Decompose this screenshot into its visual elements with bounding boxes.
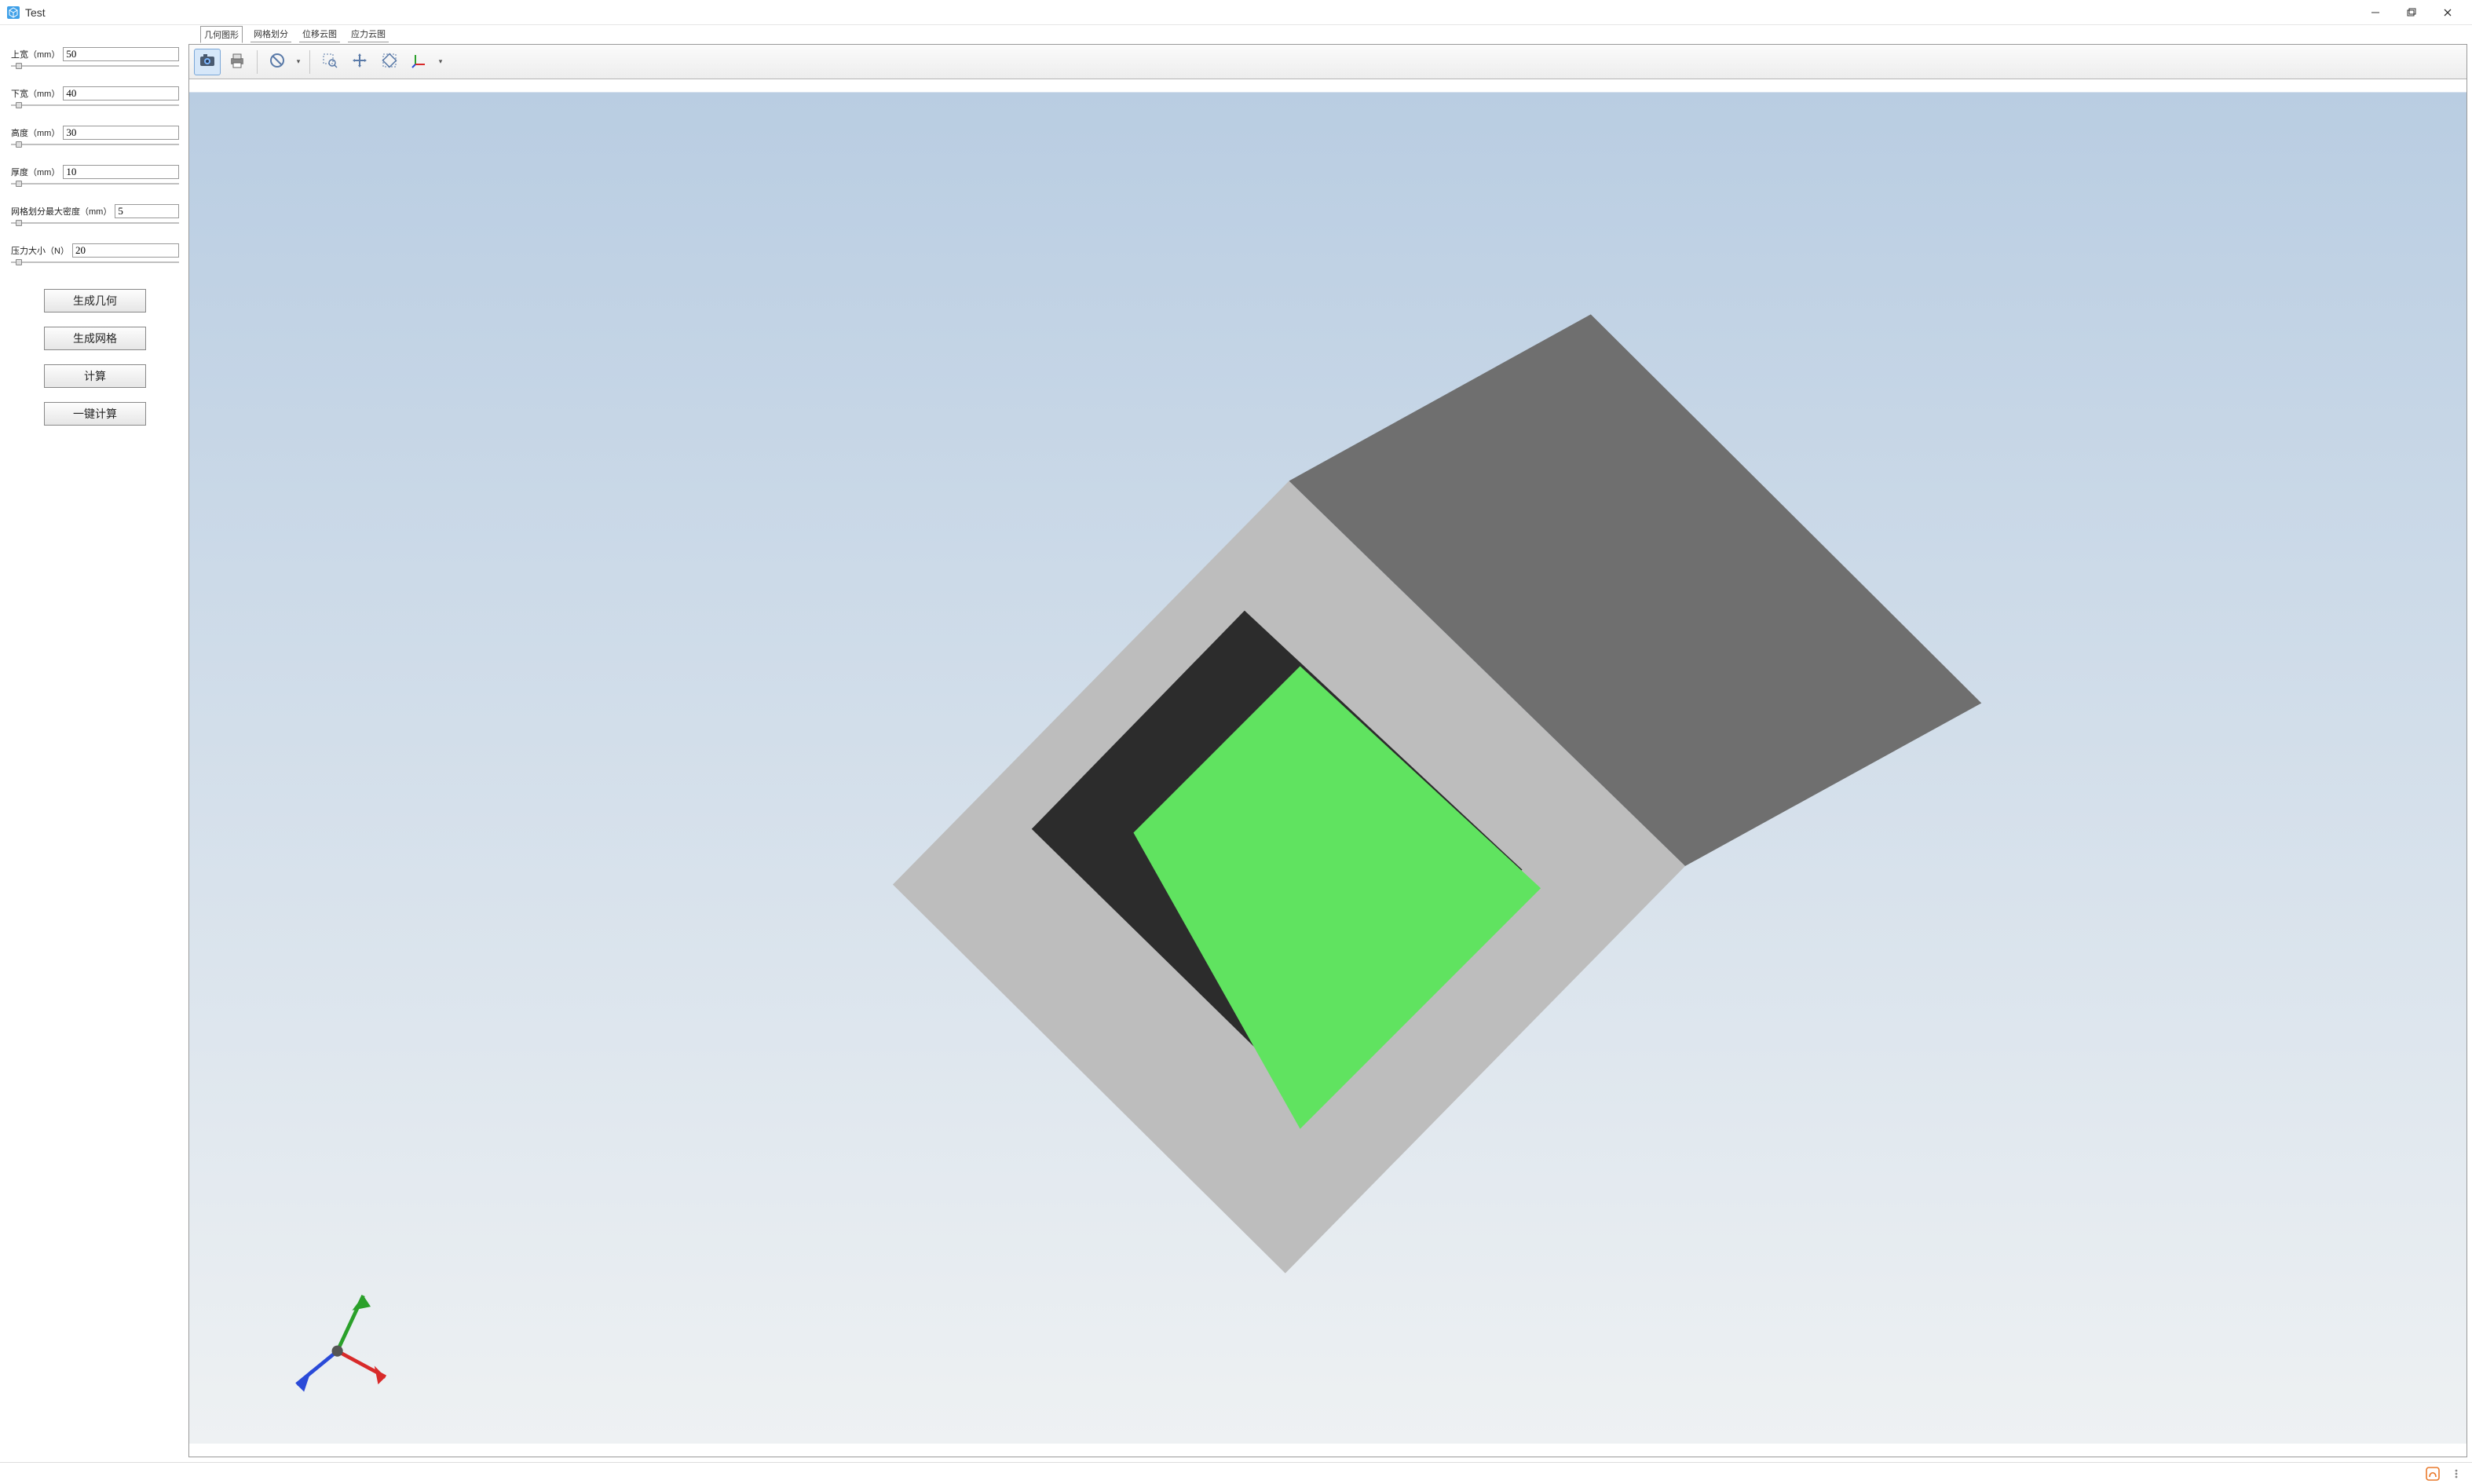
settings-dots-icon[interactable] bbox=[2448, 1466, 2464, 1482]
no-entry-icon bbox=[269, 53, 285, 71]
status-bar bbox=[0, 1462, 2472, 1484]
param-3: 厚度（mm） bbox=[11, 165, 179, 187]
close-button[interactable] bbox=[2430, 0, 2466, 25]
param-label-4: 网格划分最大密度（mm） bbox=[11, 205, 112, 217]
toolbar-separator bbox=[257, 50, 258, 74]
zoom-region-icon bbox=[321, 52, 338, 71]
tab-3[interactable]: 应力云图 bbox=[348, 26, 389, 42]
param-label-5: 压力大小（N） bbox=[11, 244, 69, 257]
fit-view-icon bbox=[381, 52, 398, 71]
axes-icon bbox=[411, 52, 428, 71]
param-slider-0[interactable] bbox=[11, 63, 179, 69]
param-label-3: 厚度（mm） bbox=[11, 166, 60, 178]
tab-1[interactable]: 网格划分 bbox=[250, 26, 291, 42]
pan-button[interactable] bbox=[346, 49, 373, 75]
param-0: 上宽（mm） bbox=[11, 47, 179, 69]
gen-geom-button[interactable]: 生成几何 bbox=[44, 289, 146, 313]
param-slider-1[interactable] bbox=[11, 102, 179, 108]
sidebar: 上宽（mm） 下宽（mm） 高度（mm） 厚度（mm） 网格划分最大密度（mm） 压力大小… bbox=[0, 42, 188, 1462]
print-button[interactable] bbox=[224, 49, 250, 75]
ime-indicator-icon[interactable] bbox=[2425, 1466, 2441, 1482]
titlebar: Test bbox=[0, 0, 2472, 25]
toolbar-separator bbox=[309, 50, 310, 74]
window-title: Test bbox=[25, 6, 46, 19]
camera-button[interactable] bbox=[194, 49, 221, 75]
3d-viewport[interactable] bbox=[189, 79, 2467, 1457]
close-icon bbox=[2443, 8, 2452, 17]
print-icon bbox=[229, 52, 246, 71]
param-input-2[interactable] bbox=[63, 126, 179, 140]
param-4: 网格划分最大密度（mm） bbox=[11, 204, 179, 226]
param-slider-4[interactable] bbox=[11, 220, 179, 226]
camera-icon bbox=[199, 52, 216, 71]
param-input-1[interactable] bbox=[63, 86, 179, 101]
viewport-panel: ▾▾ bbox=[188, 44, 2467, 1457]
param-slider-3[interactable] bbox=[11, 181, 179, 187]
no-entry-dropdown[interactable]: ▾ bbox=[294, 57, 303, 66]
axes-dropdown[interactable]: ▾ bbox=[436, 57, 445, 66]
minimize-icon bbox=[2371, 8, 2380, 17]
maximize-icon bbox=[2407, 8, 2416, 17]
minimize-button[interactable] bbox=[2357, 0, 2393, 25]
axes-button[interactable] bbox=[406, 49, 433, 75]
app-icon bbox=[6, 5, 20, 20]
no-entry-button[interactable] bbox=[264, 49, 291, 75]
maximize-button[interactable] bbox=[2393, 0, 2430, 25]
param-slider-5[interactable] bbox=[11, 259, 179, 265]
viewport-toolbar: ▾▾ bbox=[189, 45, 2467, 79]
param-label-1: 下宽（mm） bbox=[11, 87, 60, 100]
param-1: 下宽（mm） bbox=[11, 86, 179, 108]
param-input-4[interactable] bbox=[115, 204, 179, 218]
param-input-0[interactable] bbox=[63, 47, 179, 61]
calc-button[interactable]: 计算 bbox=[44, 364, 146, 388]
pan-icon bbox=[351, 52, 368, 71]
zoom-region-button[interactable] bbox=[316, 49, 343, 75]
param-input-5[interactable] bbox=[72, 243, 179, 258]
one-key-calc-button[interactable]: 一键计算 bbox=[44, 402, 146, 426]
param-slider-2[interactable] bbox=[11, 141, 179, 148]
param-label-0: 上宽（mm） bbox=[11, 48, 60, 60]
gen-mesh-button[interactable]: 生成网格 bbox=[44, 327, 146, 350]
param-label-2: 高度（mm） bbox=[11, 126, 60, 139]
tab-0[interactable]: 几何图形 bbox=[200, 26, 243, 43]
fit-view-button[interactable] bbox=[376, 49, 403, 75]
tab-bar: 几何图形网格划分位移云图应力云图 bbox=[0, 25, 2472, 42]
param-2: 高度（mm） bbox=[11, 126, 179, 148]
param-input-3[interactable] bbox=[63, 165, 179, 179]
tab-2[interactable]: 位移云图 bbox=[299, 26, 340, 42]
param-5: 压力大小（N） bbox=[11, 243, 179, 265]
